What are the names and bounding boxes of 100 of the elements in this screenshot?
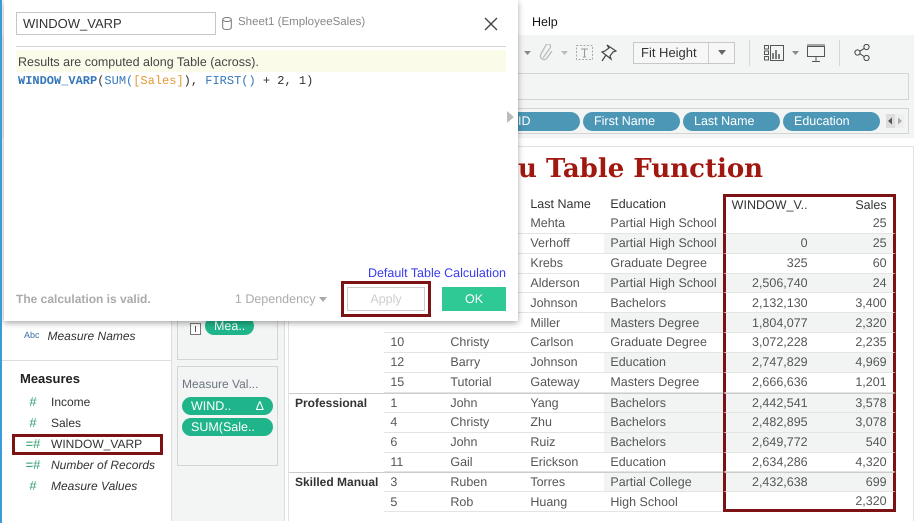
measure-type-icon: # (23, 413, 43, 433)
pin-icon[interactable] (601, 44, 617, 62)
fit-dropdown[interactable]: Fit Height (633, 42, 735, 64)
table-cell: 10 (384, 333, 444, 354)
name-field[interactable]: WINDOW_VARP (16, 12, 216, 34)
table-cell: 2,320 (814, 492, 896, 512)
table-cell: 4 (384, 412, 444, 433)
validation-message: The calculation is valid. (16, 291, 151, 308)
card-title: Measure Val... (182, 376, 260, 393)
table-cell: Krebs (524, 254, 604, 274)
caret-icon (718, 50, 726, 55)
paperclip-icon[interactable] (539, 44, 553, 62)
column-header[interactable]: Education (604, 194, 723, 214)
table-cell: 12 (384, 353, 444, 374)
database-icon (222, 16, 232, 30)
table-cell: 2,432,638 (722, 472, 814, 492)
column-header[interactable]: WINDOW_V.. (722, 194, 814, 214)
table-cell: Gateway (524, 373, 604, 393)
table-cell: Johnson (524, 293, 604, 314)
table-cell: Christy (444, 412, 524, 433)
table-cell: Carlson (524, 333, 604, 354)
table-cell: 0 (722, 234, 814, 254)
caret-icon[interactable] (792, 50, 799, 54)
field-row[interactable]: =# WINDOW_VARP (12, 434, 163, 454)
table-cell: Bachelors (604, 432, 723, 453)
info-message: Results are computed along Table (across). (16, 50, 506, 72)
table-cell: Barry (444, 353, 524, 374)
measure-type-icon: # (23, 392, 43, 412)
table-cell: 25 (814, 234, 896, 254)
field-name[interactable]: Income (51, 393, 90, 411)
close-icon (484, 16, 498, 31)
field-name[interactable]: Measure Values (51, 477, 138, 495)
table-cell: 15 (384, 373, 444, 393)
measure-type-icon: =# (23, 455, 43, 475)
share-icon[interactable] (854, 44, 870, 61)
column-header[interactable]: Sales (814, 194, 896, 214)
menu-item[interactable]: Help (532, 13, 558, 32)
table-cell: 3,078 (814, 412, 896, 433)
table-cell: Masters Degree (604, 313, 723, 334)
caret-icon[interactable] (524, 50, 531, 54)
table-cell: Partial High School (604, 274, 723, 294)
table-cell: 2,482,895 (722, 412, 814, 433)
field-row[interactable]: =# Number of Records (12, 454, 163, 476)
sheet-title: u Table Function (517, 153, 764, 186)
row-group-label: Professional (289, 392, 384, 413)
table-cell: Christy (444, 333, 524, 354)
scroll-left-icon[interactable] (886, 114, 895, 128)
caret-icon (319, 296, 327, 302)
table-cell: 699 (814, 472, 896, 492)
measure-type-icon: # (23, 476, 43, 496)
table-cell: 3,578 (814, 392, 896, 413)
caret-icon[interactable] (561, 50, 568, 54)
field-name[interactable]: Measure Names (48, 327, 136, 345)
default-table-calculation-link[interactable]: Default Table Calculation (368, 264, 506, 283)
presentation-icon[interactable] (807, 44, 825, 62)
table-cell: 6 (384, 432, 444, 453)
table-cell: 2,442,541 (722, 392, 814, 413)
type-label: Abc (24, 329, 40, 342)
table-cell: 2,747,829 (722, 353, 814, 374)
table-cell: 4,969 (814, 353, 896, 374)
table-cell: Erickson (524, 452, 604, 472)
field-row[interactable]: # Measure Values (12, 476, 163, 496)
table-cell: Tutorial (444, 373, 524, 393)
table-cell: 1,804,077 (722, 313, 814, 334)
table-cell: Bachelors (604, 412, 723, 433)
table-cell: John (444, 432, 524, 453)
table-cell: 3 (384, 472, 444, 492)
table-calc-icon: Δ (256, 396, 264, 416)
table-cell: Education (604, 353, 723, 374)
text-box-icon[interactable] (576, 45, 593, 60)
table-cell: 11 (384, 452, 444, 472)
field-row[interactable]: # Income (12, 392, 163, 412)
row-group-label: Skilled Manual (289, 472, 384, 492)
table-cell: Mehta (524, 214, 604, 234)
table-cell: Huang (524, 492, 604, 512)
table-cell: 2,506,740 (722, 274, 814, 294)
table-cell: Rob (444, 492, 524, 512)
table-cell: Gail (444, 452, 524, 472)
field-name[interactable]: Sales (51, 414, 82, 432)
section-heading: Measures (19, 370, 81, 388)
table-cell: Partial College (604, 472, 723, 492)
table-cell: 540 (814, 432, 896, 453)
table-cell: Partial High School (604, 234, 723, 254)
table-cell: Bachelors (604, 392, 723, 413)
field-name[interactable]: WINDOW_VARP (51, 435, 142, 453)
table-cell: 2,320 (814, 313, 896, 334)
chart-layout-icon[interactable] (764, 44, 784, 60)
datasource-label: Sheet1 (EmployeeSales) (238, 15, 366, 30)
field-name[interactable]: Number of Records (51, 456, 156, 474)
table-cell: High School (604, 492, 723, 512)
table-cell: 1 (384, 392, 444, 413)
formula-editor[interactable]: WINDOW_VARP(SUM([Sales]), FIRST() + 2, 1) (16, 72, 506, 90)
column-header[interactable]: Last Name (524, 194, 604, 214)
field-row[interactable]: # Sales (12, 412, 163, 434)
table-cell: John (444, 392, 524, 413)
text-mark-icon[interactable] (190, 323, 201, 335)
table-cell: 2,649,772 (722, 432, 814, 453)
table-cell: 5 (384, 492, 444, 512)
table-cell: Ruben (444, 472, 524, 492)
table-cell: 24 (814, 274, 896, 294)
